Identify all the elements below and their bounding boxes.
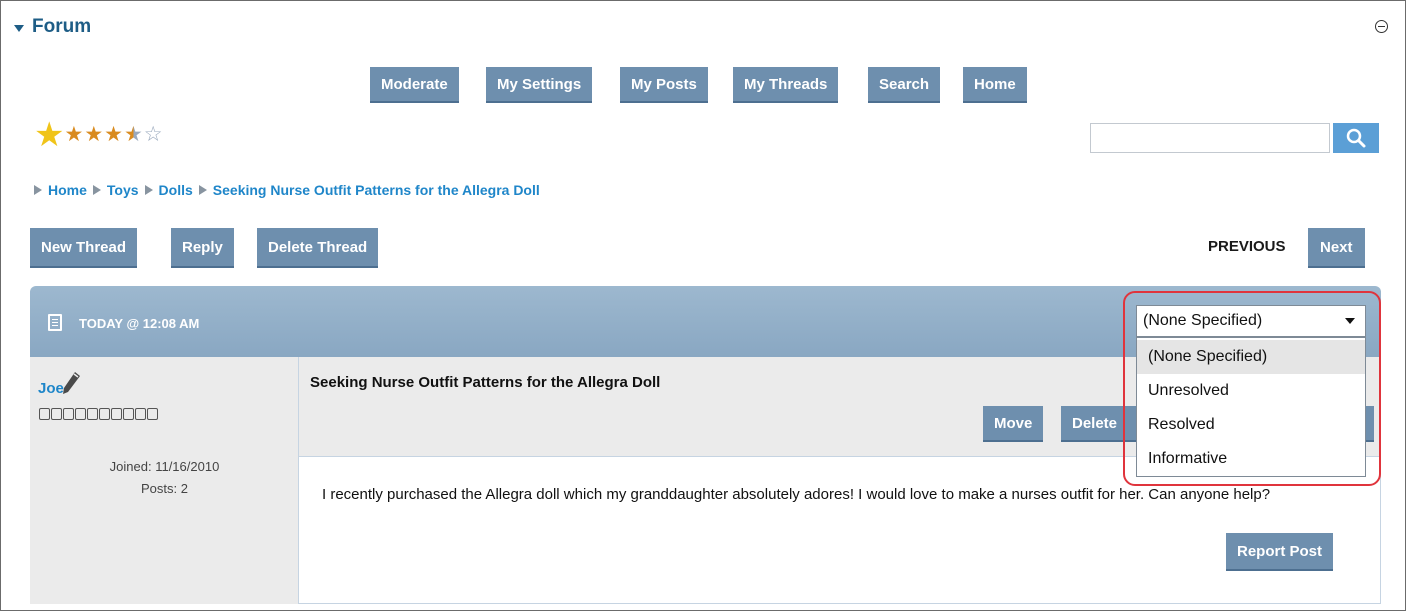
search-submit-button[interactable] [1333, 123, 1379, 153]
expand-triangle-icon [14, 24, 24, 32]
next-button[interactable]: Next [1308, 228, 1365, 268]
star-icon[interactable]: ★ [84, 124, 103, 145]
report-post-button[interactable]: Report Post [1226, 533, 1334, 571]
moderate-button[interactable]: Moderate [370, 67, 459, 103]
new-thread-button[interactable]: New Thread [30, 228, 138, 268]
breadcrumb: Home Toys Dolls Seeking Nurse Outfit Pat… [34, 182, 540, 198]
my-threads-button[interactable]: My Threads [733, 67, 839, 103]
post-subject: Seeking Nurse Outfit Patterns for the Al… [310, 374, 661, 391]
document-icon [48, 314, 62, 331]
breadcrumb-home[interactable]: Home [48, 182, 87, 198]
star-icon[interactable]: ★ [104, 124, 123, 145]
thread-rating[interactable]: ★ ★ ★ ★ ★ ☆ [34, 118, 164, 152]
delete-thread-button[interactable]: Delete Thread [257, 228, 379, 268]
post-body: I recently purchased the Allegra doll wh… [322, 486, 1271, 503]
breadcrumb-arrow-icon [198, 185, 207, 195]
breadcrumb-toys[interactable]: Toys [107, 182, 139, 198]
breadcrumb-thread[interactable]: Seeking Nurse Outfit Patterns for the Al… [213, 182, 540, 198]
rate-star-icon[interactable]: ★ [34, 118, 64, 152]
joined-date: Joined: 11/16/2010 [109, 459, 220, 474]
my-posts-button[interactable]: My Posts [620, 67, 708, 103]
breadcrumb-arrow-icon [92, 185, 101, 195]
my-settings-button[interactable]: My Settings [486, 67, 593, 103]
half-star-icon[interactable]: ★ [124, 124, 143, 145]
breadcrumb-arrow-icon [34, 185, 42, 195]
search-button[interactable]: Search [868, 67, 941, 103]
annotation-highlight [1123, 291, 1381, 486]
collapse-icon[interactable] [1375, 20, 1388, 33]
forum-title: Forum [32, 16, 92, 37]
previous-label[interactable]: PREVIOUS [1208, 238, 1286, 255]
move-button[interactable]: Move [983, 406, 1044, 442]
empty-star-icon[interactable]: ☆ [144, 124, 163, 145]
magnifier-icon [1346, 128, 1366, 148]
star-icon[interactable]: ★ [64, 124, 83, 145]
post-date: TODAY @ 12:08 AM [79, 316, 200, 331]
home-button[interactable]: Home [963, 67, 1027, 103]
rank-boxes [39, 408, 158, 420]
reply-button[interactable]: Reply [171, 228, 234, 268]
breadcrumb-dolls[interactable]: Dolls [159, 182, 193, 198]
breadcrumb-arrow-icon [144, 185, 153, 195]
search-input[interactable] [1090, 123, 1330, 153]
pencil-icon [63, 372, 80, 394]
forum-header[interactable]: Forum [14, 16, 91, 38]
post-count: Posts: 2 [141, 481, 188, 496]
